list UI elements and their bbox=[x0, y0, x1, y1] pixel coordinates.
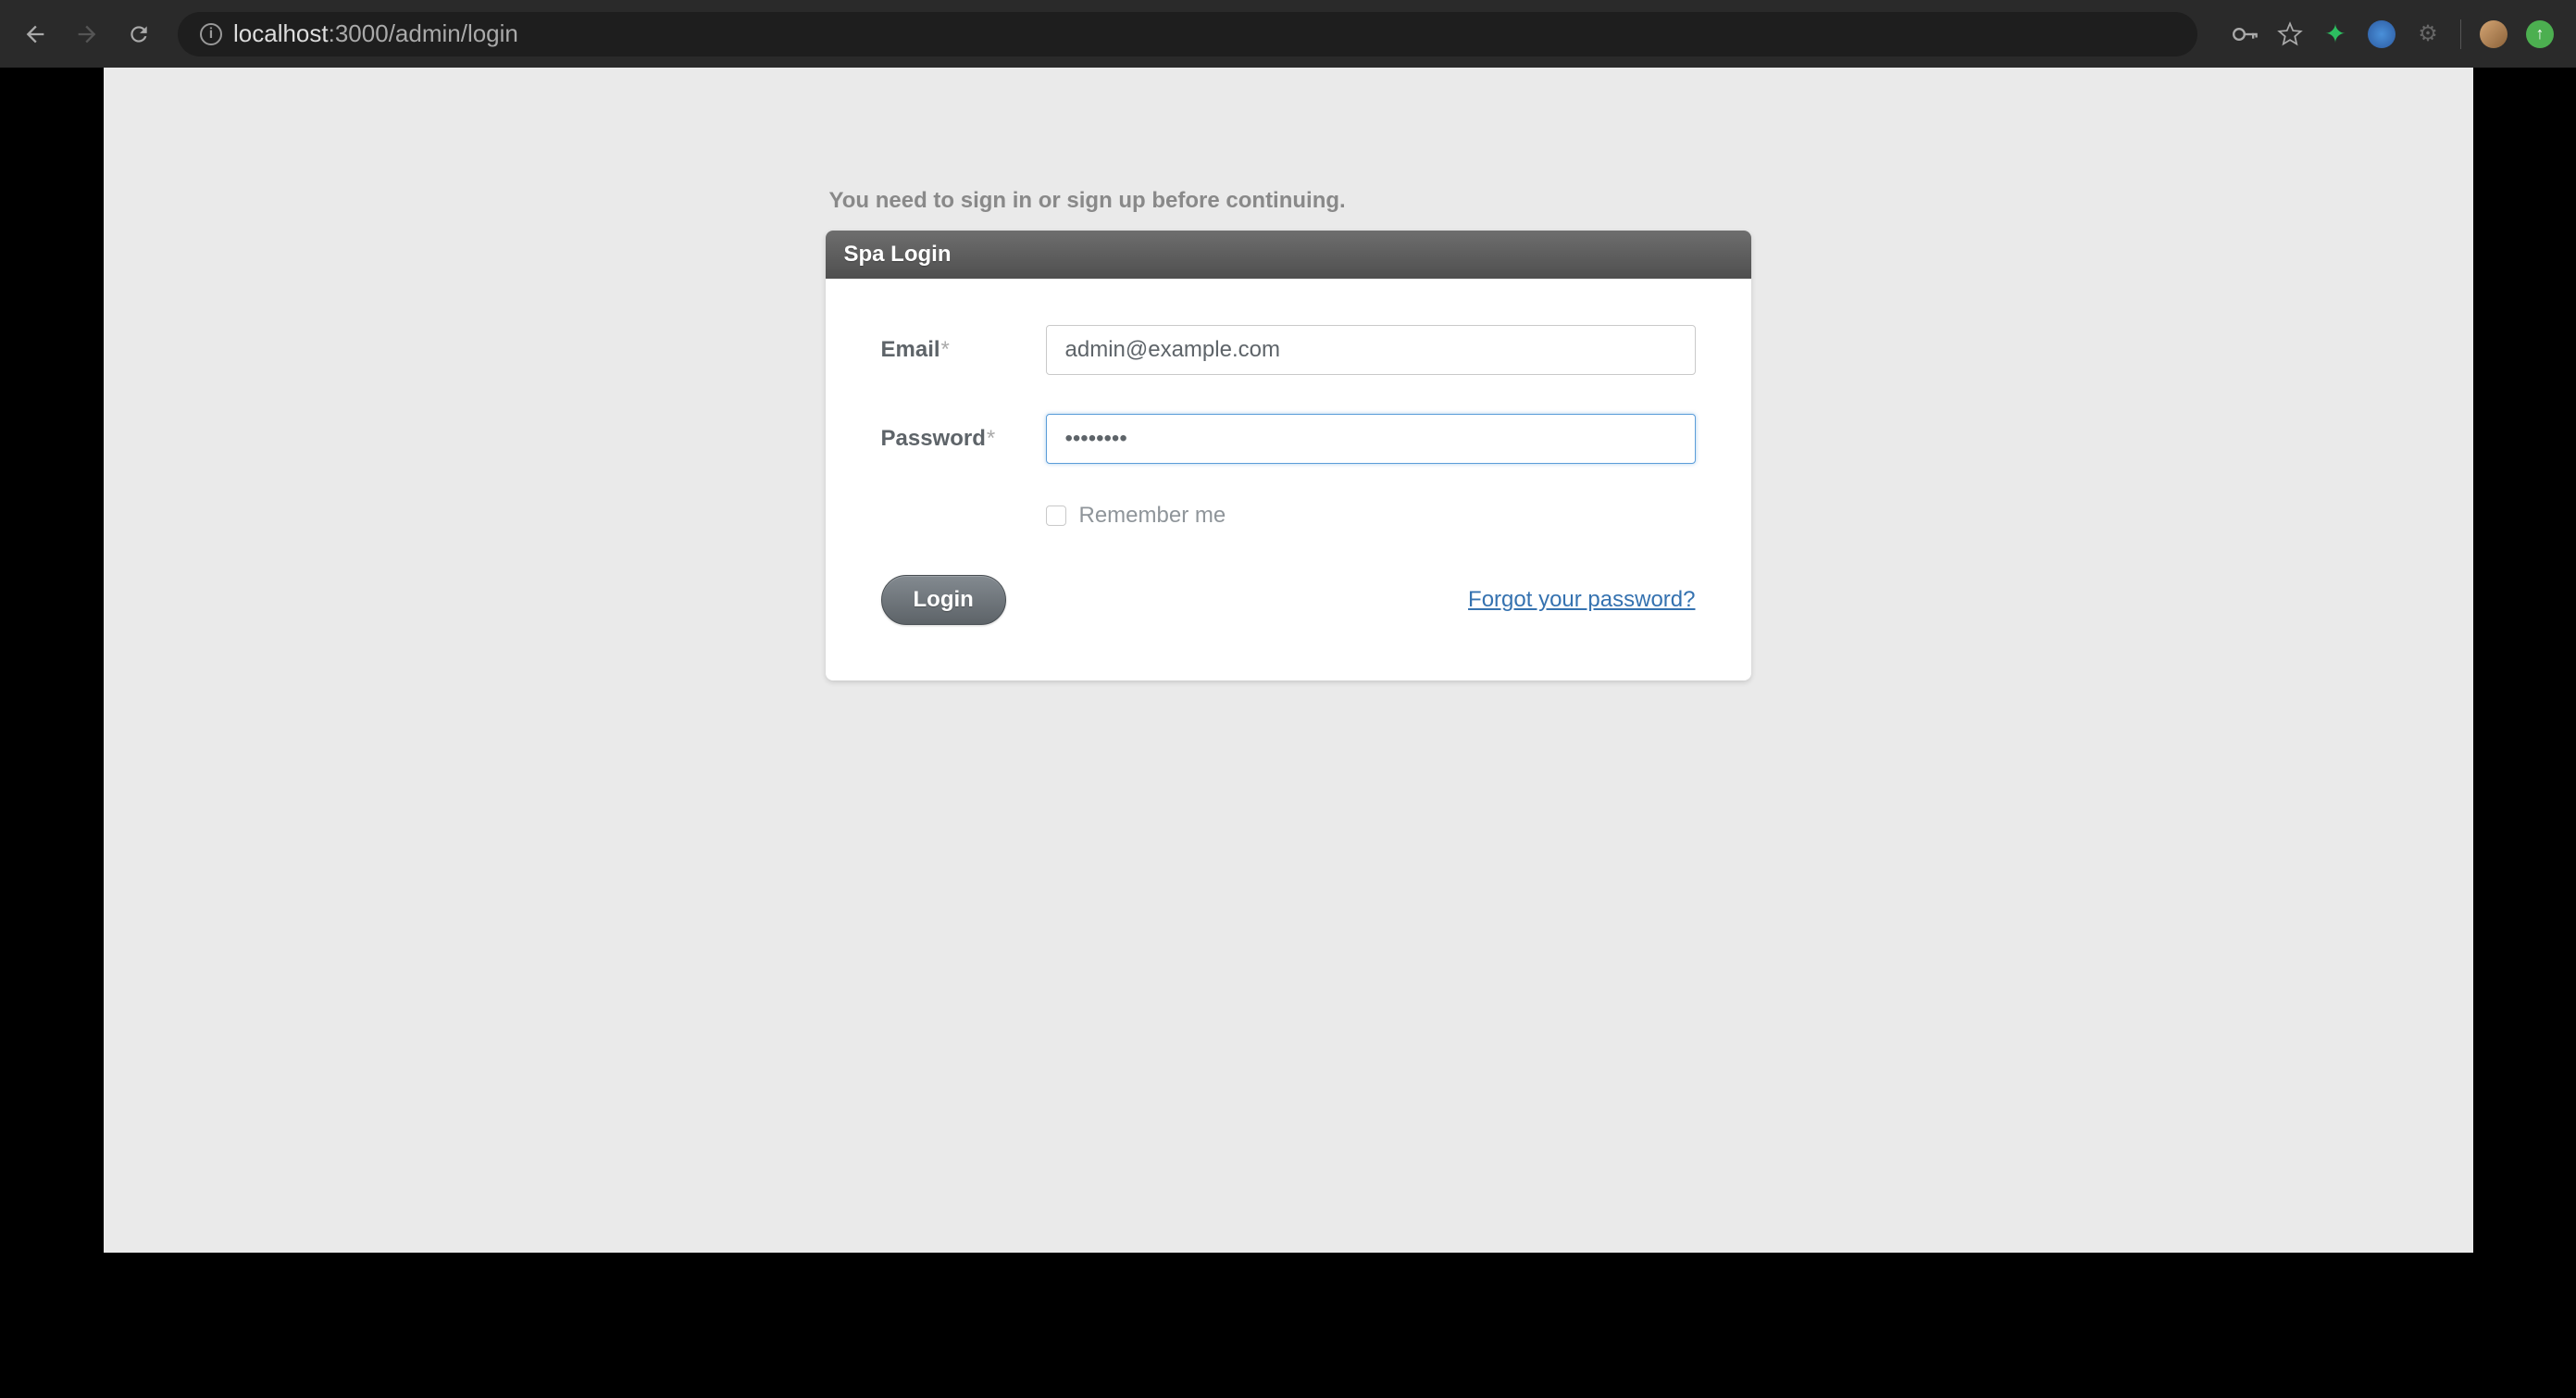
extension-icon-blue[interactable] bbox=[2368, 20, 2396, 48]
remember-label: Remember me bbox=[1079, 503, 1226, 529]
key-icon[interactable] bbox=[2233, 21, 2259, 47]
bookmark-star-icon[interactable] bbox=[2277, 21, 2303, 47]
toolbar-separator bbox=[2460, 19, 2461, 49]
back-button[interactable] bbox=[22, 21, 48, 47]
password-field[interactable] bbox=[1046, 414, 1696, 464]
forward-button[interactable] bbox=[74, 21, 100, 47]
browser-toolbar: i localhost:3000/admin/login ✦ ⚙ bbox=[0, 0, 2576, 68]
form-actions: Login Forgot your password? bbox=[881, 575, 1696, 625]
extension-icon-grey[interactable]: ⚙ bbox=[2414, 20, 2442, 48]
url-text: localhost:3000/admin/login bbox=[233, 19, 518, 48]
nav-controls bbox=[22, 21, 152, 47]
password-label: Password* bbox=[881, 426, 1046, 452]
toolbar-right: ✦ ⚙ bbox=[2233, 19, 2554, 49]
login-panel: Spa Login Email* Password* Remember me L… bbox=[826, 231, 1751, 680]
profile-avatar[interactable] bbox=[2480, 20, 2508, 48]
email-field[interactable] bbox=[1046, 325, 1696, 375]
email-label: Email* bbox=[881, 337, 1046, 363]
flash-notice: You need to sign in or sign up before co… bbox=[826, 188, 1751, 214]
remember-row: Remember me bbox=[1046, 503, 1696, 529]
forgot-password-link[interactable]: Forgot your password? bbox=[1468, 587, 1695, 613]
reload-button[interactable] bbox=[126, 21, 152, 47]
login-container: You need to sign in or sign up before co… bbox=[826, 68, 1751, 680]
remember-checkbox[interactable] bbox=[1046, 506, 1066, 526]
page-viewport: You need to sign in or sign up before co… bbox=[104, 68, 2473, 1253]
evernote-extension-icon[interactable]: ✦ bbox=[2321, 20, 2349, 48]
login-button[interactable]: Login bbox=[881, 575, 1006, 625]
panel-body: Email* Password* Remember me Login Forgo… bbox=[826, 279, 1751, 680]
site-info-icon[interactable]: i bbox=[200, 23, 222, 45]
password-row: Password* bbox=[881, 414, 1696, 464]
panel-title: Spa Login bbox=[826, 231, 1751, 279]
sync-status-icon[interactable] bbox=[2526, 20, 2554, 48]
address-bar[interactable]: i localhost:3000/admin/login bbox=[178, 12, 2197, 56]
email-row: Email* bbox=[881, 325, 1696, 375]
